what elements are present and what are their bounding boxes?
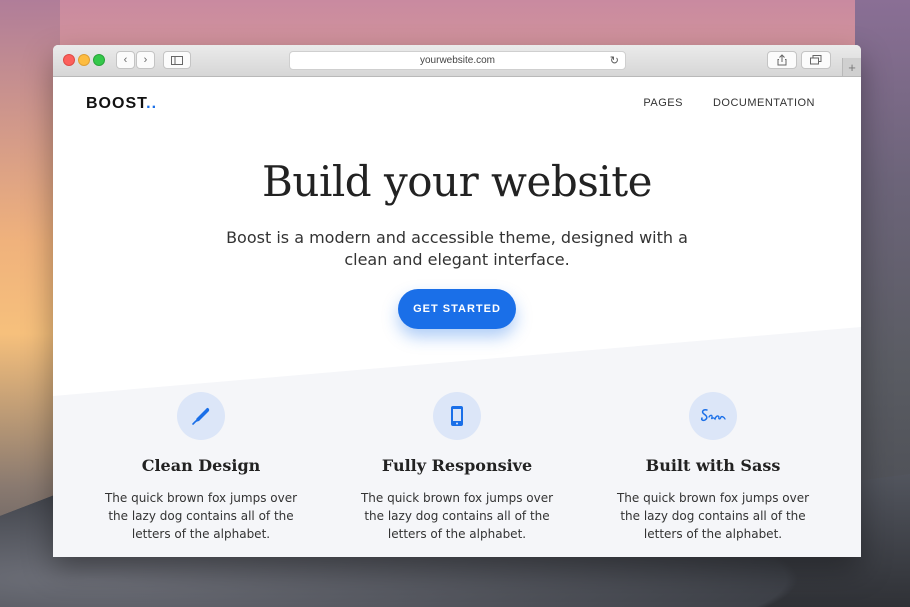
- feature-title: Fully Responsive: [381, 456, 533, 475]
- features-section: Clean Design The quick brown fox jumps o…: [53, 392, 861, 557]
- logo-dots: ..: [146, 95, 158, 112]
- site-nav: PAGES DOCUMENTATION: [643, 97, 815, 109]
- hero-title: Build your website: [262, 157, 652, 206]
- back-button[interactable]: ‹: [116, 51, 135, 69]
- feature-title: Clean Design: [141, 456, 261, 475]
- pen-icon: [192, 407, 210, 425]
- feature-card-built-with-sass: Built with Sass The quick brown fox jump…: [585, 392, 841, 543]
- browser-titlebar: ‹ › yourwebsite.com ↻ +: [53, 45, 861, 77]
- nav-link-pages[interactable]: PAGES: [643, 97, 683, 109]
- logo-text: BOOST: [86, 95, 147, 112]
- browser-window: ‹ › yourwebsite.com ↻ + BOOST.. PAGES DO…: [53, 45, 861, 557]
- get-started-button[interactable]: GET STARTED: [398, 289, 516, 329]
- sass-icon: [701, 409, 726, 422]
- plus-icon: +: [848, 59, 856, 75]
- feature-card-clean-design: Clean Design The quick brown fox jumps o…: [73, 392, 329, 543]
- close-window-button[interactable]: [63, 54, 75, 66]
- feature-icon-circle: [433, 392, 481, 440]
- chevron-right-icon: ›: [143, 54, 148, 66]
- feature-card-fully-responsive: Fully Responsive The quick brown fox jum…: [329, 392, 585, 543]
- tabs-overview-button[interactable]: [801, 51, 831, 69]
- forward-button[interactable]: ›: [136, 51, 155, 69]
- web-page: BOOST.. PAGES DOCUMENTATION Build your w…: [53, 77, 861, 557]
- url-text: yourwebsite.com: [419, 55, 496, 66]
- address-bar[interactable]: yourwebsite.com ↻: [289, 51, 626, 70]
- minimize-window-button[interactable]: [78, 54, 90, 66]
- feature-title: Built with Sass: [645, 456, 781, 475]
- new-tab-button[interactable]: +: [842, 58, 861, 76]
- sidebar-toggle-button[interactable]: [163, 51, 191, 69]
- share-icon: [777, 54, 787, 66]
- chevron-left-icon: ‹: [123, 54, 128, 66]
- feature-text: The quick brown fox jumps over the lazy …: [360, 491, 554, 541]
- tabs-icon: [810, 55, 822, 65]
- nav-link-documentation[interactable]: DOCUMENTATION: [713, 97, 815, 109]
- reload-icon[interactable]: ↻: [610, 54, 619, 67]
- site-logo[interactable]: BOOST..: [86, 95, 157, 113]
- hero-subtitle: Boost is a modern and accessible theme, …: [226, 228, 688, 269]
- feature-text: The quick brown fox jumps over the lazy …: [616, 491, 810, 541]
- sidebar-icon: [171, 55, 183, 65]
- mobile-icon: [451, 406, 463, 426]
- share-button[interactable]: [767, 51, 797, 69]
- feature-text: The quick brown fox jumps over the lazy …: [104, 491, 298, 541]
- zoom-window-button[interactable]: [93, 54, 105, 66]
- feature-icon-circle: [689, 392, 737, 440]
- feature-icon-circle: [177, 392, 225, 440]
